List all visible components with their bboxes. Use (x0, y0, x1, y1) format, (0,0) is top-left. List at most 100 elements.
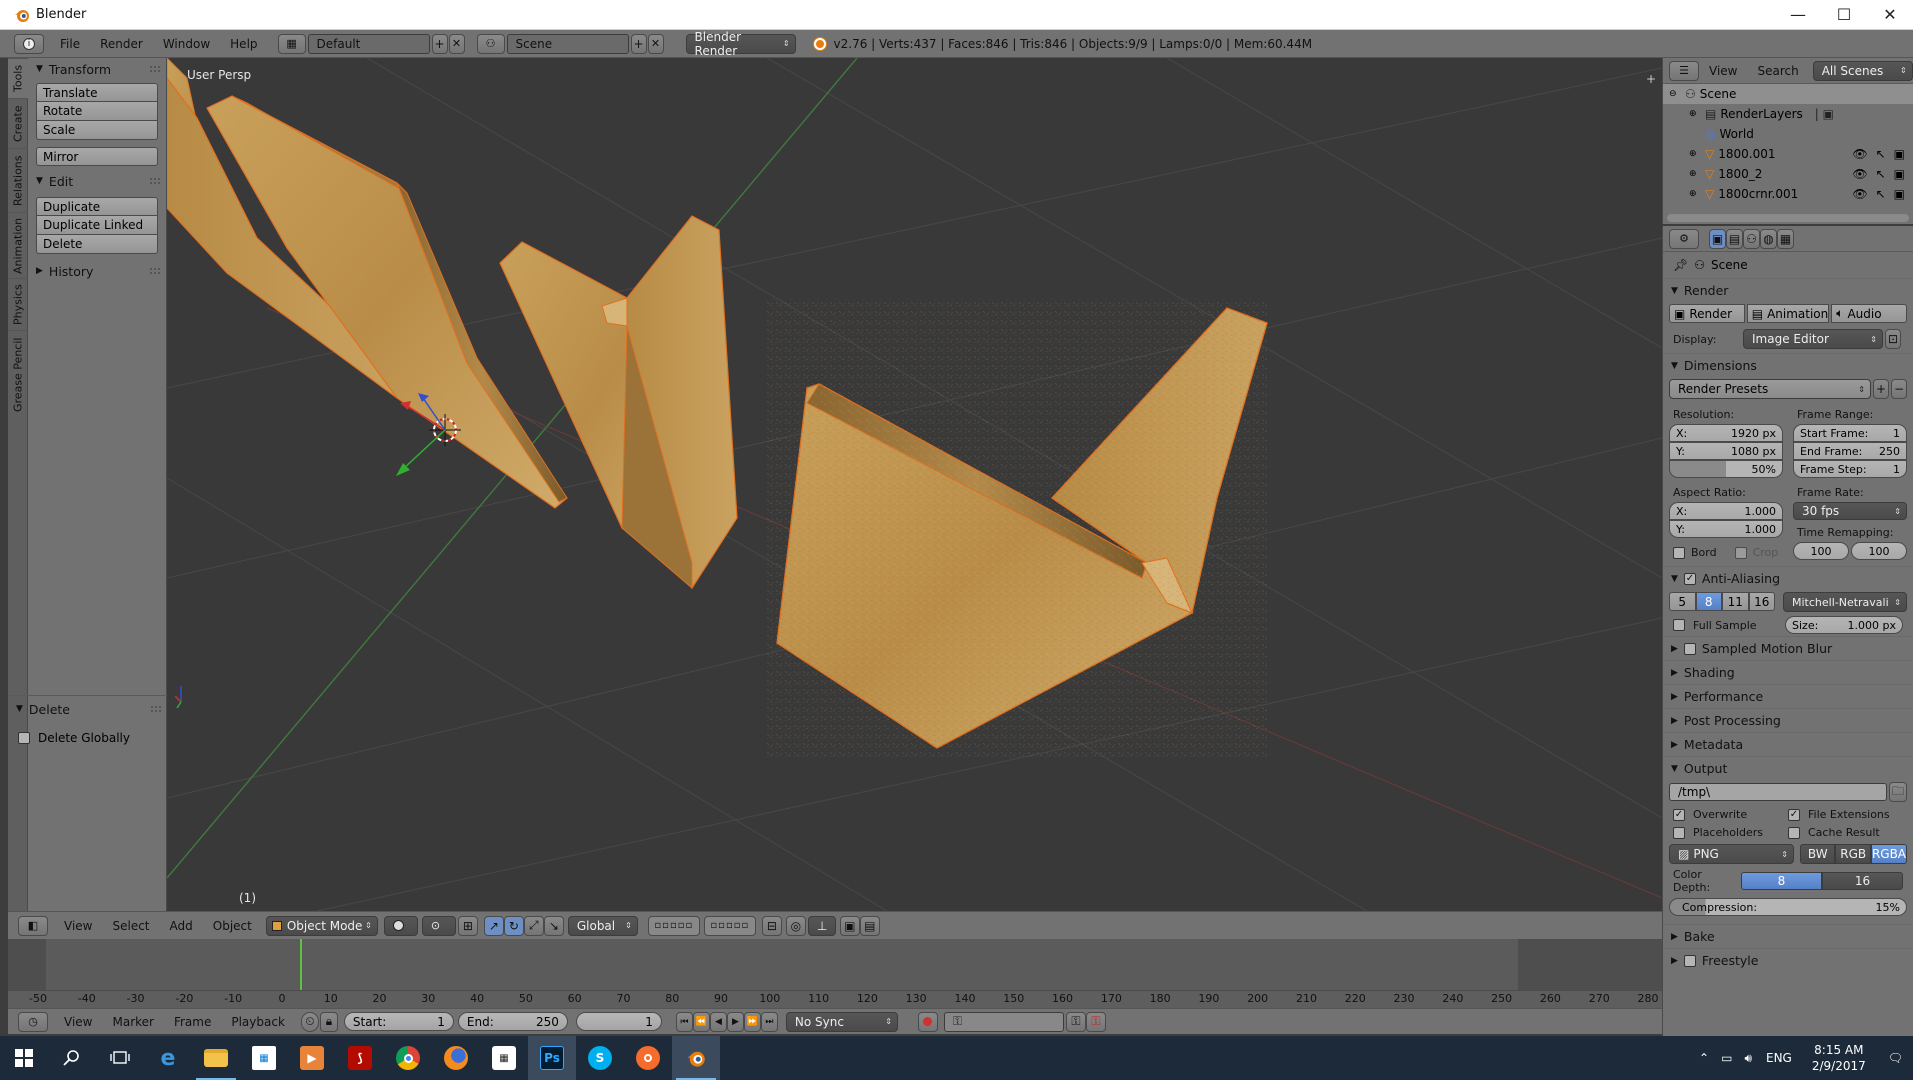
tab-animation[interactable]: Animation (8, 212, 28, 278)
taskbar-blender[interactable] (672, 1036, 720, 1080)
renderable-camera-icon[interactable]: ▣ (1894, 187, 1905, 201)
aspect-x-field[interactable]: X: 1.000 (1669, 502, 1783, 520)
outliner-row-renderlayers[interactable]: ⊕ ▤ RenderLayers | ▣ (1663, 104, 1913, 124)
tab-physics[interactable]: Physics (8, 278, 28, 330)
outliner-row-object[interactable]: ⊕ ▽ 1800crnr.001 👁︎ ↖ ▣ (1663, 184, 1913, 204)
layout-browse-button[interactable]: ▦ (277, 33, 306, 54)
performance-panel-header[interactable]: ▶ Performance (1663, 684, 1913, 708)
scale-manipulator-icon[interactable]: ⤢ (523, 915, 544, 936)
lock-layers-icon[interactable]: ⊟ (761, 915, 782, 936)
rotate-manipulator-icon[interactable]: ↻ (503, 915, 524, 936)
motion-blur-panel-header[interactable]: ▶ Sampled Motion Blur (1663, 636, 1913, 660)
edit-panel-header[interactable]: ▼ Edit (28, 170, 166, 192)
vp-menu-select[interactable]: Select (102, 916, 159, 936)
show-hidden-icons-icon[interactable]: ⌃ (1693, 1051, 1715, 1065)
interaction-mode-dropdown[interactable]: Object Mode ⇕ (265, 915, 378, 936)
proportional-edit-icon[interactable]: ◎ (785, 915, 806, 936)
render-context-icon[interactable]: ▣ (1709, 228, 1726, 249)
overwrite-checkbox[interactable]: ✓ (1673, 808, 1685, 821)
motion-blur-checkbox[interactable] (1683, 642, 1696, 655)
tab-tools[interactable]: Tools (8, 58, 28, 98)
translate-button[interactable]: Translate (36, 83, 158, 102)
taskbar-origin[interactable] (624, 1036, 672, 1080)
outliner-row-world[interactable]: ◍ World (1663, 124, 1913, 144)
duplicate-linked-button[interactable]: Duplicate Linked (36, 216, 158, 235)
taskbar-firefox[interactable] (432, 1036, 480, 1080)
jump-end-icon[interactable]: ⏭ (760, 1011, 778, 1032)
history-panel-header[interactable]: ▶ History (28, 260, 166, 282)
aa-sample-8-button[interactable]: 8 (1695, 592, 1722, 611)
world-context-icon[interactable]: ◍ (1760, 228, 1777, 249)
clock[interactable]: 8:15 AM 2/9/2017 (1800, 1042, 1878, 1074)
editor-type-properties-button[interactable]: ⚙ (1669, 228, 1699, 249)
jump-next-key-icon[interactable]: ⏩ (743, 1011, 761, 1032)
scene-browse-button[interactable]: ⚇ (476, 33, 505, 54)
remove-preset-icon[interactable]: − (1891, 379, 1907, 399)
start-button[interactable] (0, 1036, 48, 1080)
cache-result-checkbox[interactable] (1788, 826, 1800, 839)
taskbar-chrome[interactable] (384, 1036, 432, 1080)
remap-new-field[interactable]: 100 (1851, 542, 1907, 560)
visibility-eye-icon[interactable]: 👁︎ (1852, 147, 1867, 161)
file-format-dropdown[interactable]: ▨ PNG ⇕ (1669, 844, 1794, 864)
taskbar-store[interactable]: ▦ (240, 1036, 288, 1080)
post-processing-panel-header[interactable]: ▶ Post Processing (1663, 708, 1913, 732)
taskbar-acrobat[interactable]: ⟆ (336, 1036, 384, 1080)
tl-menu-marker[interactable]: Marker (102, 1012, 163, 1032)
selectable-arrow-icon[interactable]: ↖ (1876, 187, 1886, 201)
border-checkbox[interactable] (1673, 546, 1685, 559)
outliner-menu-view[interactable]: View (1699, 61, 1747, 81)
layer-buttons-1[interactable]: ▫▫▫▫▫ (647, 915, 700, 936)
outliner-row-object[interactable]: ⊕ ▽ 1800_2 👁︎ ↖ ▣ (1663, 164, 1913, 184)
editor-type-info-button[interactable]: i (14, 33, 44, 54)
resolution-y-field[interactable]: Y: 1080 px (1669, 442, 1783, 460)
add-layout-icon[interactable]: + (431, 33, 448, 54)
sync-mode-dropdown[interactable]: No Sync ⇕ (785, 1011, 898, 1032)
panel-grip-icon[interactable] (150, 268, 160, 274)
network-icon[interactable]: ▭ (1715, 1051, 1738, 1065)
vp-menu-add[interactable]: Add (160, 916, 203, 936)
freestyle-panel-header[interactable]: ▶ Freestyle (1663, 948, 1913, 972)
antialiasing-panel-header[interactable]: ▼ ✓ Anti-Aliasing (1663, 566, 1913, 590)
visibility-eye-icon[interactable]: 👁︎ (1852, 187, 1867, 201)
manipulator-toggle-icon[interactable]: ⊞ (457, 915, 478, 936)
antialiasing-checkbox[interactable]: ✓ (1683, 572, 1696, 585)
bake-panel-header[interactable]: ▶ Bake (1663, 924, 1913, 948)
editor-type-timeline-button[interactable]: ◷ (18, 1011, 48, 1032)
frame-step-field[interactable]: Frame Step: 1 (1793, 460, 1907, 478)
volume-icon[interactable]: 🔊︎ (1738, 1051, 1758, 1066)
tab-create[interactable]: Create (8, 98, 28, 148)
layout-name-field[interactable]: Default (307, 33, 430, 54)
jump-prev-key-icon[interactable]: ⏪ (692, 1011, 710, 1032)
preview-range-icon[interactable]: ⏲ (300, 1011, 319, 1032)
editor-type-outliner-button[interactable]: ☰ (1669, 60, 1699, 81)
vp-menu-view[interactable]: View (54, 916, 102, 936)
playhead[interactable] (300, 939, 302, 990)
task-view-button[interactable] (96, 1036, 144, 1080)
resolution-x-field[interactable]: X: 1920 px (1669, 424, 1783, 442)
region-expand-icon[interactable]: + (1646, 72, 1656, 86)
transform-icon[interactable]: ↘ (543, 915, 564, 936)
add-preset-icon[interactable]: + (1873, 379, 1889, 399)
opengl-anim-icon[interactable]: ▤ (859, 915, 880, 936)
expand-icon[interactable]: ⊕ (1689, 189, 1701, 199)
taskbar-media[interactable]: ▶ (288, 1036, 336, 1080)
freestyle-checkbox[interactable] (1683, 954, 1696, 967)
render-presets-dropdown[interactable]: Render Presets ⇕ (1669, 379, 1871, 399)
end-frame-prop-field[interactable]: End Frame: 250 (1793, 442, 1907, 460)
notifications-icon[interactable]: 🗨︎ (1878, 1051, 1913, 1065)
pivot-point-dropdown[interactable]: ⊙ (421, 915, 456, 936)
search-button[interactable] (48, 1036, 96, 1080)
start-frame-field[interactable]: Start: 1 (343, 1012, 454, 1031)
start-frame-prop-field[interactable]: Start Frame: 1 (1793, 424, 1907, 442)
crop-checkbox[interactable] (1734, 546, 1747, 559)
selectable-arrow-icon[interactable]: ↖ (1876, 147, 1886, 161)
menu-render[interactable]: Render (90, 34, 153, 54)
color-depth-16-button[interactable]: 16 (1822, 872, 1903, 890)
delete-keyframe-icon[interactable]: ⚿ (1085, 1011, 1106, 1032)
jump-start-icon[interactable]: ⏮ (675, 1011, 693, 1032)
transform-orientation-dropdown[interactable]: Global ⇕ (567, 915, 638, 936)
render-animation-button[interactable]: ▤ Animation (1746, 304, 1830, 323)
display-mode-dropdown[interactable]: All Scenes ⇕ (1812, 60, 1913, 81)
expand-icon[interactable]: ⊕ (1689, 149, 1701, 159)
